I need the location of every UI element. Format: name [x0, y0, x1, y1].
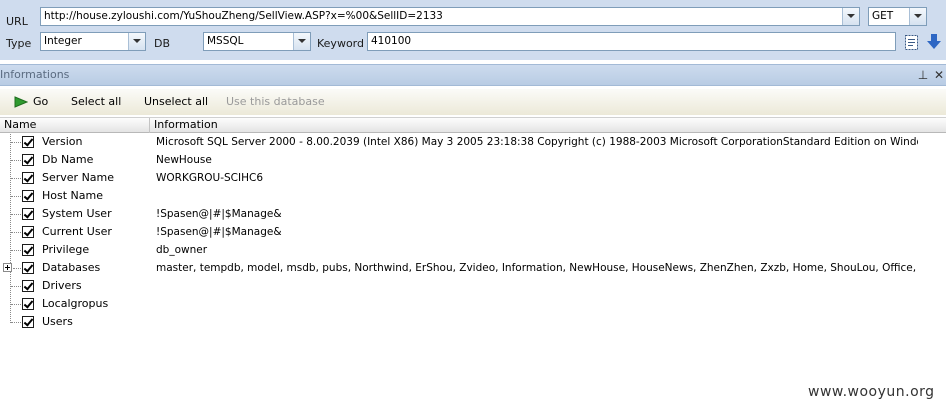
type-select[interactable]: Integer — [40, 32, 146, 51]
row-info: master, tempdb, model, msdb, pubs, North… — [156, 262, 918, 274]
grid-header: Name Information — [0, 117, 946, 133]
keyword-value: 410100 — [371, 35, 412, 47]
checkbox[interactable] — [22, 262, 34, 274]
checkbox[interactable] — [22, 190, 34, 202]
checkbox[interactable] — [22, 154, 34, 166]
checkbox[interactable] — [22, 280, 34, 292]
row-name: Version — [42, 135, 83, 148]
row-name: Db Name — [42, 153, 94, 166]
tree-connector — [11, 142, 21, 143]
db-label: DB — [154, 37, 171, 50]
row-name: Drivers — [42, 279, 82, 292]
row-info: !Spasen@|#|$Manage& — [156, 226, 282, 238]
type-dropdown-button[interactable] — [128, 33, 145, 50]
db-dropdown-button[interactable] — [293, 33, 310, 50]
tree-connector — [11, 214, 21, 215]
row-name: Privilege — [42, 243, 90, 256]
tree-connector — [11, 250, 21, 251]
select-all-button[interactable]: Select all — [71, 89, 121, 115]
tree-connector — [11, 322, 21, 323]
method-value: GET — [872, 10, 894, 22]
settings-panel: URL http://house.zyloushi.com/YuShouZhen… — [0, 0, 946, 60]
table-row[interactable]: Current User !Spasen@|#|$Manage& — [0, 223, 946, 241]
checkbox[interactable] — [22, 298, 34, 310]
table-row[interactable]: Db Name NewHouse — [0, 151, 946, 169]
row-name: System User — [42, 207, 112, 220]
row-name: Users — [42, 315, 73, 328]
table-row[interactable]: Databases master, tempdb, model, msdb, p… — [0, 259, 946, 277]
method-select[interactable]: GET — [868, 7, 927, 26]
column-header-information[interactable]: Information — [150, 118, 946, 133]
table-row[interactable]: Drivers — [0, 277, 946, 295]
keyword-label: Keyword — [317, 37, 364, 50]
row-name: Server Name — [42, 171, 115, 184]
unselect-all-button[interactable]: Unselect all — [144, 89, 208, 115]
pin-icon[interactable]: ⊥ — [916, 65, 930, 85]
tree-connector — [11, 304, 21, 305]
type-label: Type — [6, 37, 32, 50]
go-button[interactable]: Go — [33, 89, 48, 115]
table-row[interactable]: Server Name WORKGROU-SCIHC6 — [0, 169, 946, 187]
row-name: Localgropus — [42, 297, 109, 310]
type-value: Integer — [44, 35, 82, 47]
checkbox[interactable] — [22, 208, 34, 220]
method-dropdown-button[interactable] — [909, 8, 926, 25]
use-database-button[interactable]: Use this database — [226, 89, 325, 115]
row-info: !Spasen@|#|$Manage& — [156, 208, 282, 220]
row-name: Host Name — [42, 189, 103, 202]
tree-connector — [13, 268, 21, 269]
tree-connector — [11, 196, 21, 197]
db-value: MSSQL — [207, 35, 244, 47]
url-label: URL — [6, 15, 28, 28]
url-input[interactable]: http://house.zyloushi.com/YuShouZheng/Se… — [40, 7, 860, 26]
table-row[interactable]: Localgropus — [0, 295, 946, 313]
table-row[interactable]: Version Microsoft SQL Server 2000 - 8.00… — [0, 133, 946, 151]
table-row[interactable]: Users — [0, 313, 946, 331]
checkbox[interactable] — [22, 226, 34, 238]
tree-connector — [11, 232, 21, 233]
arrow-down-icon[interactable] — [926, 33, 942, 51]
watermark: www.wooyun.org — [808, 384, 935, 400]
checkbox[interactable] — [22, 316, 34, 328]
table-row[interactable]: Host Name — [0, 187, 946, 205]
row-info: WORKGROU-SCIHC6 — [156, 172, 263, 184]
clipboard-icon[interactable] — [904, 33, 920, 51]
db-select[interactable]: MSSQL — [203, 32, 311, 51]
checkbox[interactable] — [22, 172, 34, 184]
url-value: http://house.zyloushi.com/YuShouZheng/Se… — [44, 10, 443, 22]
close-icon[interactable]: ✕ — [932, 65, 946, 85]
row-name: Current User — [42, 225, 112, 238]
informations-title: Informations — [0, 68, 70, 81]
row-info: Microsoft SQL Server 2000 - 8.00.2039 (I… — [156, 136, 918, 148]
row-name: Databases — [42, 261, 101, 274]
expand-icon[interactable] — [3, 263, 12, 272]
checkbox[interactable] — [22, 136, 34, 148]
toolbar: Go Select all Unselect all Use this data… — [0, 89, 946, 115]
tree-connector — [11, 178, 21, 179]
keyword-input[interactable]: 410100 — [367, 32, 896, 51]
checkbox[interactable] — [22, 244, 34, 256]
tree-connector — [11, 160, 21, 161]
informations-header: Informations ⊥ ✕ — [0, 64, 946, 86]
column-header-name[interactable]: Name — [0, 118, 150, 133]
row-info: NewHouse — [156, 154, 212, 166]
row-info: db_owner — [156, 244, 208, 256]
url-dropdown-button[interactable] — [842, 8, 859, 25]
go-icon[interactable] — [14, 96, 29, 108]
tree-connector — [11, 286, 21, 287]
table-row[interactable]: Privilege db_owner — [0, 241, 946, 259]
table-row[interactable]: System User !Spasen@|#|$Manage& — [0, 205, 946, 223]
